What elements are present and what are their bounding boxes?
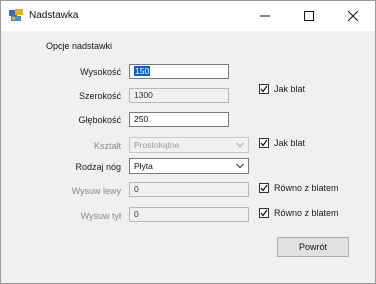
maximize-icon — [304, 11, 314, 21]
width-label: Szerokość — [78, 91, 121, 101]
app-icon — [9, 9, 23, 22]
left-offset-label: Wysuw lewy — [71, 186, 121, 196]
height-input[interactable]: 150 — [129, 64, 229, 79]
check-icon — [260, 184, 268, 192]
leg-type-label: Rodzaj nóg — [75, 162, 121, 172]
back-offset-flush-checkbox[interactable]: Równo z blatem — [259, 208, 339, 218]
checkbox-box — [259, 208, 269, 218]
checkbox-label: Równo z blatem — [274, 208, 339, 218]
chevron-down-icon — [236, 142, 244, 148]
chevron-down-icon — [236, 163, 244, 169]
back-button[interactable]: Powrót — [277, 237, 349, 257]
check-icon — [260, 85, 268, 93]
close-button[interactable] — [331, 1, 375, 31]
checkbox-label: Równo z blatem — [274, 183, 339, 193]
shape-value: Prostokątne — [134, 140, 180, 150]
close-icon — [348, 11, 358, 21]
width-input[interactable]: 1300 — [129, 88, 229, 103]
left-offset-input[interactable]: 0 — [129, 182, 249, 197]
dialog-window: Nadstawka Opcje nadstawki Wysokość 150 S… — [0, 0, 376, 284]
maximize-button[interactable] — [287, 1, 331, 31]
back-offset-label: Wysuw tył — [80, 211, 121, 221]
check-icon — [260, 209, 268, 217]
checkbox-box — [259, 84, 269, 94]
width-same-as-top-checkbox[interactable]: Jak blat — [259, 84, 305, 94]
leg-type-value: Płyta — [134, 161, 153, 171]
left-offset-flush-checkbox[interactable]: Równo z blatem — [259, 183, 339, 193]
depth-input[interactable]: 250 — [129, 112, 229, 127]
depth-label: Głębokość — [78, 115, 121, 125]
height-label: Wysokość — [80, 67, 121, 77]
shape-label: Kształt — [93, 141, 121, 151]
checkbox-label: Jak blat — [274, 138, 306, 148]
height-value: 150 — [134, 66, 151, 76]
group-title: Opcje nadstawki — [46, 41, 113, 51]
check-icon — [260, 139, 268, 147]
window-title: Nadstawka — [29, 10, 79, 21]
shape-select[interactable]: Prostokątne — [129, 137, 249, 153]
checkbox-box — [259, 138, 269, 148]
minimize-button[interactable] — [243, 1, 287, 31]
title-bar[interactable]: Nadstawka — [1, 1, 375, 31]
checkbox-box — [259, 183, 269, 193]
shape-same-as-top-checkbox[interactable]: Jak blat — [259, 138, 305, 148]
minimize-icon — [260, 15, 270, 17]
checkbox-label: Jak blat — [274, 84, 306, 94]
back-offset-input[interactable]: 0 — [129, 207, 249, 222]
leg-type-select[interactable]: Płyta — [129, 158, 249, 174]
